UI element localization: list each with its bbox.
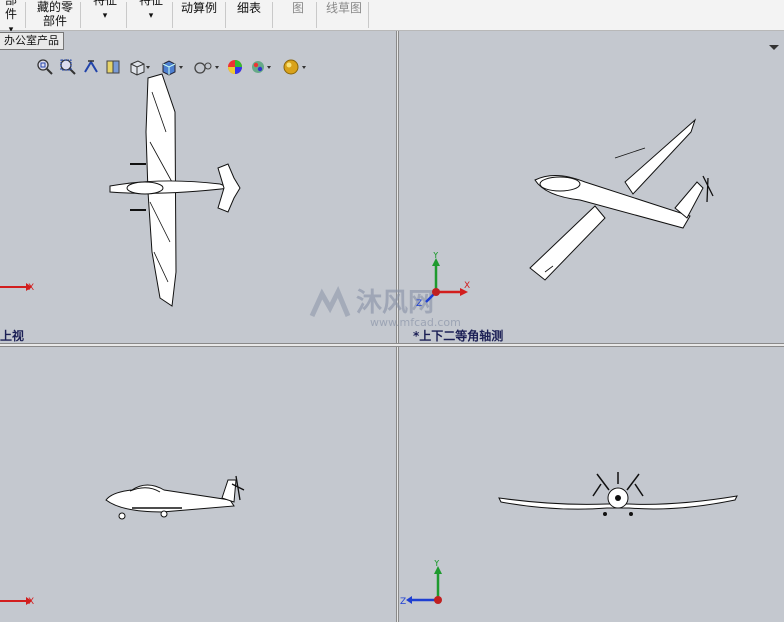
- apply-scene-icon[interactable]: [250, 58, 274, 76]
- ribbon-button-bom[interactable]: 细表: [233, 1, 265, 31]
- ribbon-button-view[interactable]: 图: [285, 1, 311, 31]
- ribbon-separator: [225, 2, 226, 28]
- ribbon-button-sketch[interactable]: 线草图: [322, 1, 366, 31]
- zoom-to-fit-icon[interactable]: [36, 58, 54, 76]
- aircraft-front-view[interactable]: [497, 470, 739, 520]
- ribbon-separator: [368, 2, 369, 28]
- svg-text:Z: Z: [400, 597, 406, 607]
- coordinate-triad-top-right: Y X Z: [416, 252, 470, 309]
- collapse-arrow-icon[interactable]: [767, 45, 781, 50]
- svg-text:Z: Z: [416, 299, 422, 309]
- svg-text:X: X: [28, 597, 34, 607]
- ribbon-separator: [272, 2, 273, 28]
- ribbon-separator: [80, 2, 81, 28]
- svg-text:Y: Y: [433, 560, 440, 569]
- aircraft-isometric-view[interactable]: [525, 118, 725, 283]
- viewport-splitter-horizontal[interactable]: [0, 343, 784, 347]
- ribbon-button-component[interactable]: 部件 ▾: [0, 0, 22, 35]
- watermark-logo-icon: [309, 286, 351, 318]
- ribbon-button-motion-study[interactable]: 动算例: [178, 1, 220, 31]
- zoom-to-area-icon[interactable]: [59, 58, 77, 76]
- coordinate-triad-bottom-left: X: [0, 597, 34, 607]
- document-tab[interactable]: 办公室产品: [0, 32, 64, 50]
- aircraft-top-view[interactable]: [100, 72, 250, 312]
- ribbon-separator: [25, 2, 26, 28]
- command-ribbon: 部件 ▾ 藏的零 部件 特征 ▾ 特征 ▾ 动算例 细表 图 线草图: [0, 0, 784, 35]
- ribbon-button-hidden-components[interactable]: 藏的零 部件: [33, 0, 77, 30]
- svg-text:X: X: [464, 281, 470, 291]
- coordinate-triad-bottom-right: Y Z: [400, 560, 442, 607]
- ribbon-separator: [126, 2, 127, 28]
- ribbon-separator: [172, 2, 173, 28]
- view-settings-icon[interactable]: [282, 58, 310, 76]
- viewport-label-isometric: *上下二等角轴测: [413, 329, 504, 343]
- ribbon-separator: [316, 2, 317, 28]
- ribbon-button-feature[interactable]: 特征 ▾: [88, 0, 122, 23]
- ribbon-button-feature-2[interactable]: 特征 ▾: [134, 0, 168, 23]
- aircraft-side-view[interactable]: [102, 472, 247, 522]
- coordinate-triad-top-left: X: [0, 283, 34, 293]
- svg-text:X: X: [28, 283, 34, 293]
- previous-view-icon[interactable]: [82, 58, 100, 76]
- svg-text:Y: Y: [432, 252, 439, 261]
- viewport-label-top-view: 上视: [0, 329, 25, 343]
